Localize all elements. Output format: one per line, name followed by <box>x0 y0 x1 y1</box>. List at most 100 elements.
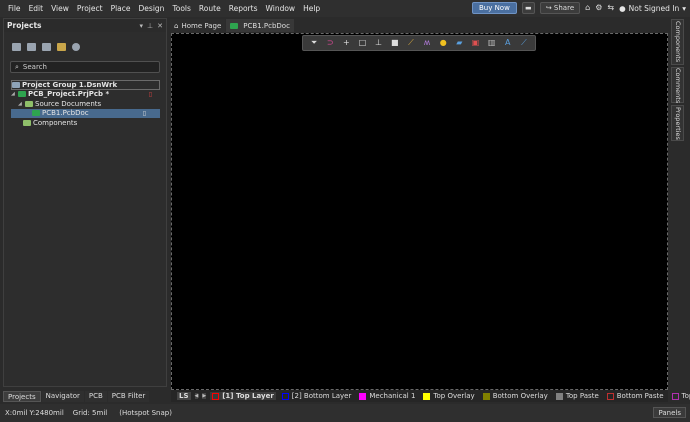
layer-set-button[interactable]: LS <box>177 392 191 400</box>
modified-doc-icon: ▯ <box>148 90 152 98</box>
snap-mode: (Hotspot Snap) <box>119 409 172 417</box>
close-icon[interactable]: ✕ <box>157 22 163 30</box>
panel-header: Projects ▾ ⊥ ✕ <box>4 19 166 32</box>
settings-icon[interactable] <box>72 43 80 51</box>
tree-item-pcb-doc[interactable]: PCB1.PcbDoc ▯ <box>11 108 160 118</box>
tree-item-label: Project Group 1.DsnWrk <box>22 80 118 89</box>
status-bar: X:0mil Y:2480mil Grid: 5mil (Hotspot Sna… <box>0 404 690 422</box>
doc-icon: ▯ <box>142 109 146 117</box>
tree-item-components[interactable]: Components <box>11 118 166 128</box>
tab-home-page[interactable]: ⌂ Home Page <box>170 19 226 32</box>
layer-tab-mechanical-1[interactable]: Mechanical 1 <box>357 392 417 400</box>
menu-view[interactable]: View <box>47 0 73 17</box>
layer-color-swatch <box>281 392 289 400</box>
panel-bottom-tabs: Projects Navigator PCB PCB Filter <box>3 391 150 403</box>
open-icon[interactable] <box>42 43 51 51</box>
layer-color-swatch <box>555 392 563 400</box>
text-icon[interactable]: A <box>502 38 513 48</box>
layer-color-swatch <box>482 392 490 400</box>
layer-tab-bottom-layer[interactable]: [2] Bottom Layer <box>280 392 354 400</box>
menu-help[interactable]: Help <box>299 0 324 17</box>
share-button[interactable]: ↪ Share <box>539 2 581 14</box>
component-icon[interactable]: ■ <box>389 38 400 48</box>
pcb-project-icon <box>18 91 26 98</box>
interactive-route-icon[interactable]: ⟋ <box>405 38 416 48</box>
tab-pcb1-pcbdoc[interactable]: PCB1.PcbDoc <box>226 19 294 32</box>
select-rectangle-icon[interactable]: □ <box>357 38 368 48</box>
save-icon[interactable] <box>12 43 21 51</box>
side-tab-properties[interactable]: Properties <box>671 105 684 141</box>
via-icon[interactable]: ● <box>438 38 449 48</box>
menu-reports[interactable]: Reports <box>225 0 262 17</box>
expand-icon[interactable]: ◢ <box>18 101 23 107</box>
notifications-icon[interactable]: ⇆ <box>607 2 614 14</box>
buy-now-button[interactable]: Buy Now <box>471 2 517 14</box>
layer-label: Top Paste <box>565 392 599 400</box>
layer-tab-top-overlay[interactable]: Top Overlay <box>421 392 476 400</box>
search-placeholder: Search <box>22 63 47 71</box>
tree-item-project[interactable]: ◢ PCB_Project.PrjPcb * ▯ <box>11 90 166 100</box>
pin-icon[interactable]: ⊥ <box>147 22 153 30</box>
menu-route[interactable]: Route <box>195 0 225 17</box>
layer-label: Top Overlay <box>433 392 475 400</box>
panel-toolbar <box>4 38 166 56</box>
save-all-icon[interactable] <box>27 43 36 51</box>
line-icon[interactable]: ⟋ <box>518 38 529 48</box>
tree-item-group[interactable]: Project Group 1.DsnWrk <box>11 80 160 90</box>
user-menu[interactable]: ● Not Signed In ▾ <box>619 4 686 13</box>
menu-design[interactable]: Design <box>135 0 169 17</box>
layer-tab-bottom-paste[interactable]: Bottom Paste <box>605 392 666 400</box>
chat-icon[interactable]: ▬ <box>521 2 535 14</box>
layer-label: Bottom Paste <box>616 392 664 400</box>
chevron-down-icon: ▾ <box>682 3 686 13</box>
menu-tools[interactable]: Tools <box>168 0 194 17</box>
menu-place[interactable]: Place <box>107 0 135 17</box>
tree-item-source-documents[interactable]: ◢ Source Documents <box>11 99 166 109</box>
expand-icon[interactable]: ◢ <box>11 91 16 97</box>
align-icon[interactable]: ⊥ <box>373 38 384 48</box>
layer-tab-top-layer[interactable]: [1] Top Layer <box>210 392 276 400</box>
menu-file[interactable]: File <box>4 0 25 17</box>
home-icon[interactable]: ⌂ <box>585 2 590 14</box>
pcb-doc-icon <box>32 110 40 117</box>
layer-tab-bottom-overlay[interactable]: Bottom Overlay <box>481 392 550 400</box>
tab-navigator[interactable]: Navigator <box>41 391 84 402</box>
menu-window[interactable]: Window <box>261 0 299 17</box>
crosshair-icon[interactable]: + <box>341 38 352 48</box>
layer-color-swatch <box>359 392 367 400</box>
pcb-active-bar: ⏷ ⊃ + □ ⊥ ■ ⟋ ʍ ● ▰ ▣ ▥ A ⟋ <box>302 35 536 51</box>
layer-next-icon[interactable]: ▶ <box>202 393 207 399</box>
panel-title: Projects <box>7 21 42 30</box>
filter-icon[interactable]: ⏷ <box>309 38 320 48</box>
diff-pair-icon[interactable]: ʍ <box>422 38 433 48</box>
side-tab-comments[interactable]: Comments <box>671 67 684 103</box>
layer-prev-icon[interactable]: ◀ <box>194 393 199 399</box>
panels-button[interactable]: Panels <box>653 407 686 418</box>
menu-project[interactable]: Project <box>73 0 107 17</box>
dropdown-icon[interactable]: ▾ <box>140 22 144 30</box>
polygon-icon[interactable]: ▰ <box>454 38 465 48</box>
layer-tab-top-paste[interactable]: Top Paste <box>554 392 601 400</box>
tree-item-label: Source Documents <box>35 99 102 108</box>
route-icon[interactable]: ⊃ <box>325 38 336 48</box>
tree-item-label: Components <box>33 118 78 127</box>
folder-icon[interactable] <box>57 43 66 51</box>
layer-tabs-bar: LS ◀ ▶ [1] Top Layer [2] Bottom Layer Me… <box>171 390 690 402</box>
user-label: Not Signed In <box>628 3 680 13</box>
side-tab-components[interactable]: Components <box>671 19 684 65</box>
layer-tab-top-solder[interactable]: Top Sold <box>670 392 690 400</box>
pcb-canvas[interactable] <box>171 33 668 390</box>
layer-color-swatch <box>423 392 431 400</box>
tab-pcb-filter[interactable]: PCB Filter <box>107 391 150 402</box>
folder-icon <box>25 100 33 107</box>
gear-icon[interactable]: ⚙ <box>595 2 602 14</box>
keepout-icon[interactable]: ▣ <box>470 38 481 48</box>
tab-pcb[interactable]: PCB <box>84 391 107 402</box>
grid-size: Grid: 5mil <box>72 409 108 417</box>
tab-projects[interactable]: Projects <box>3 391 41 402</box>
menu-list: File Edit View Project Place Design Tool… <box>4 0 324 17</box>
search-input[interactable]: ⌕ Search <box>10 61 160 73</box>
tab-label: PCB1.PcbDoc <box>243 21 290 30</box>
menu-edit[interactable]: Edit <box>25 0 48 17</box>
chart-icon[interactable]: ▥ <box>486 38 497 48</box>
